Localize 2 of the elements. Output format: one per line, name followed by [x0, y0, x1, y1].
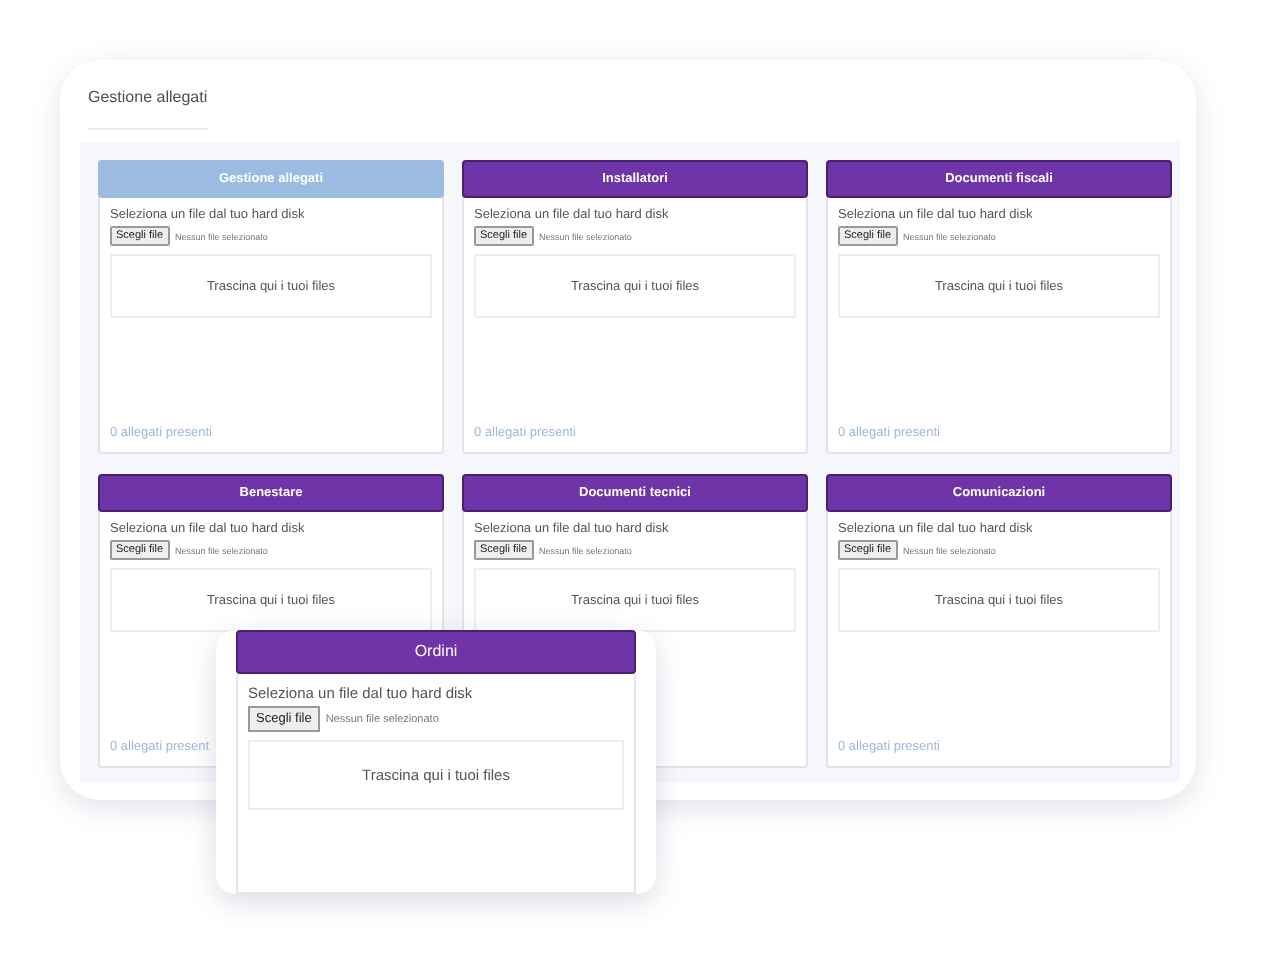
window-title: Gestione allegati — [88, 88, 208, 130]
card-header[interactable]: Ordini — [236, 630, 636, 674]
